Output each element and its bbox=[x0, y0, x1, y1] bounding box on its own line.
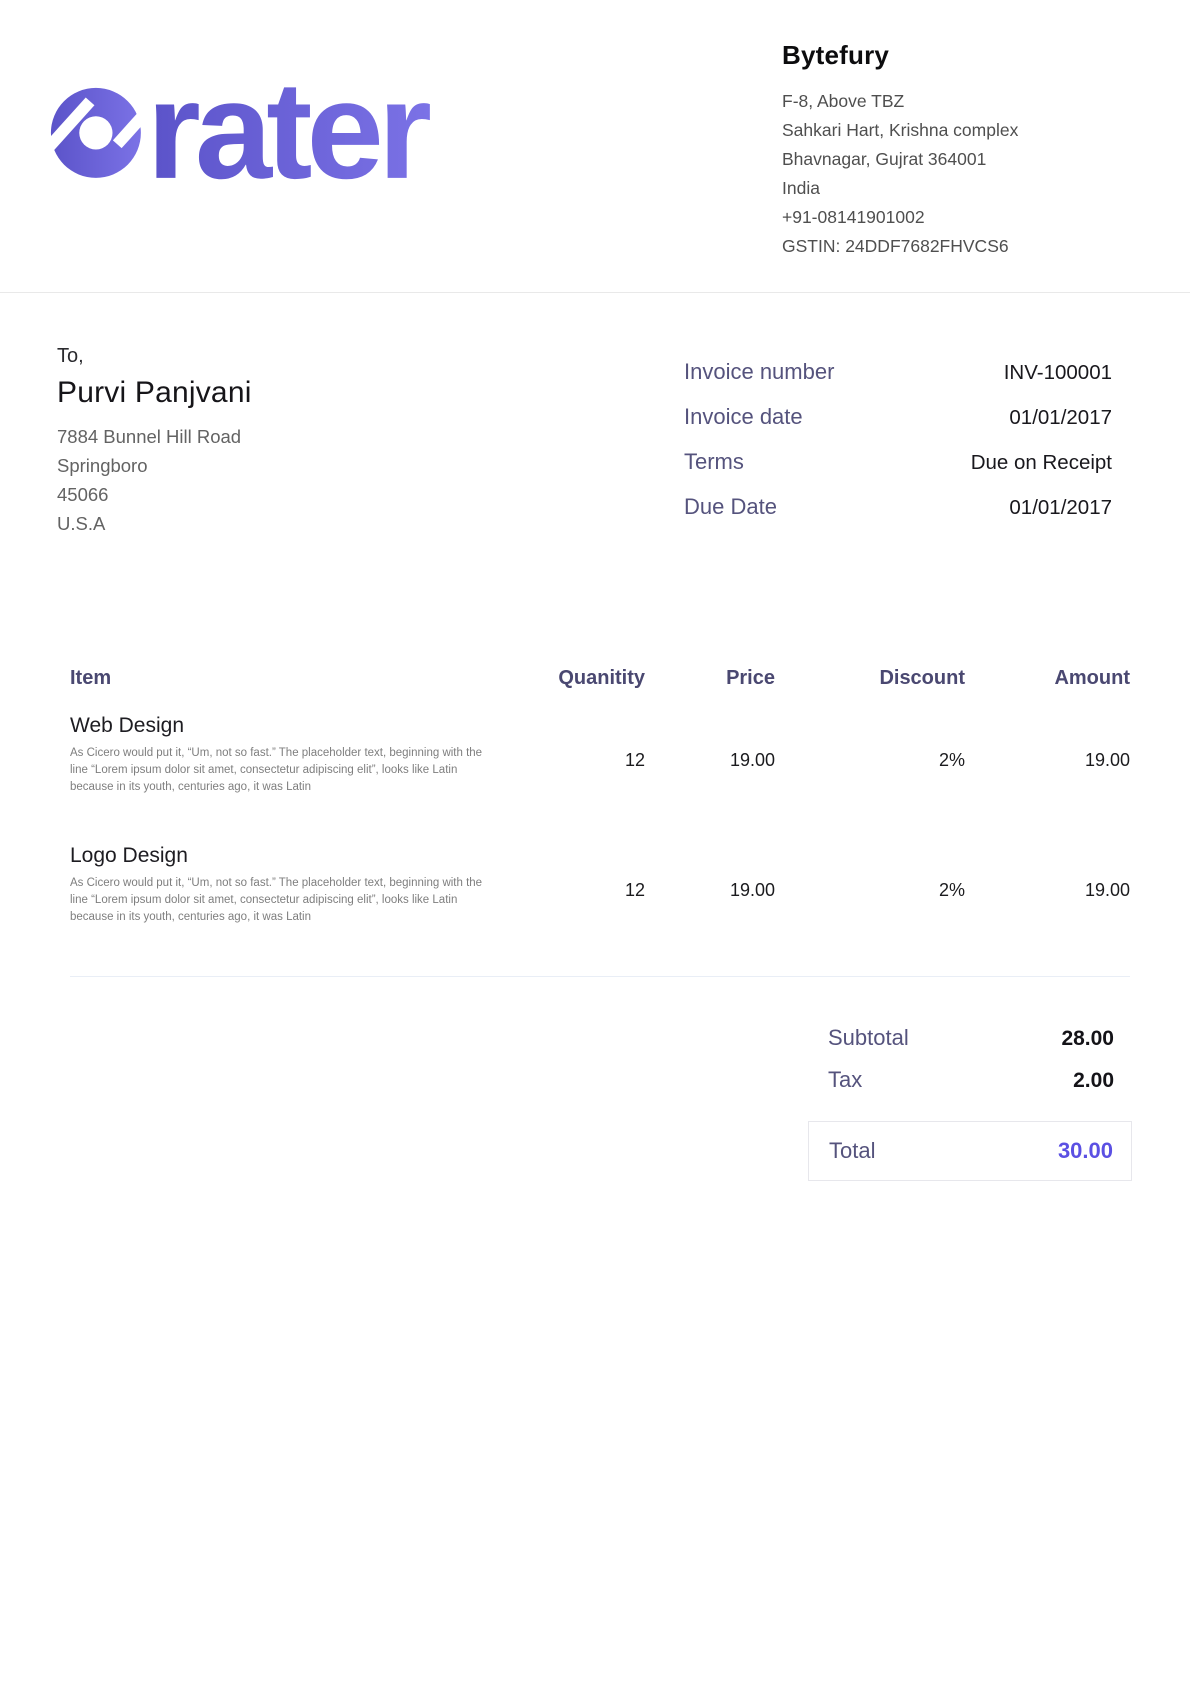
customer-name: Purvi Panjvani bbox=[57, 376, 252, 410]
column-header-item: Item bbox=[70, 667, 520, 714]
item-description: As Cicero would put it, “Um, not so fast… bbox=[70, 745, 498, 796]
crater-logo-icon: rater bbox=[47, 70, 487, 188]
due-date-value: 01/01/2017 bbox=[1009, 496, 1112, 520]
company-block: Bytefury F-8, Above TBZ Sahkari Hart, Kr… bbox=[782, 40, 1130, 261]
total-label: Total bbox=[829, 1138, 875, 1164]
company-gstin: GSTIN: 24DDF7682FHVCS6 bbox=[782, 232, 1130, 261]
subtotal-row: Subtotal 28.00 bbox=[808, 1025, 1132, 1051]
item-name: Web Design bbox=[70, 714, 520, 738]
bill-to-block: To, Purvi Panjvani 7884 Bunnel Hill Road… bbox=[57, 345, 252, 539]
invoice-date-label: Invoice date bbox=[684, 404, 803, 430]
customer-address: 7884 Bunnel Hill Road Springboro 45066 U… bbox=[57, 422, 252, 538]
tax-value: 2.00 bbox=[1073, 1069, 1114, 1093]
subtotal-value: 28.00 bbox=[1061, 1027, 1114, 1051]
tax-label: Tax bbox=[828, 1067, 862, 1093]
company-address-line: F-8, Above TBZ bbox=[782, 87, 1130, 116]
subtotal-label: Subtotal bbox=[828, 1025, 909, 1051]
item-discount: 2% bbox=[775, 714, 965, 844]
item-price: 19.00 bbox=[645, 844, 775, 974]
total-box: Total 30.00 bbox=[808, 1121, 1132, 1181]
due-date-label: Due Date bbox=[684, 494, 777, 520]
company-address-line: Bhavnagar, Gujrat 364001 bbox=[782, 145, 1130, 174]
item-name: Logo Design bbox=[70, 844, 520, 868]
item-amount: 19.00 bbox=[965, 714, 1130, 844]
company-address-line: Sahkari Hart, Krishna complex bbox=[782, 116, 1130, 145]
billing-section: To, Purvi Panjvani 7884 Bunnel Hill Road… bbox=[0, 293, 1190, 539]
column-header-price: Price bbox=[645, 667, 775, 714]
item-description: As Cicero would put it, “Um, not so fast… bbox=[70, 875, 498, 926]
tax-row: Tax 2.00 bbox=[808, 1067, 1132, 1093]
totals-section: Subtotal 28.00 Tax 2.00 Total 30.00 bbox=[808, 1025, 1132, 1181]
invoice-date-row: Invoice date 01/01/2017 bbox=[684, 404, 1112, 430]
terms-label: Terms bbox=[684, 449, 744, 475]
item-quantity: 12 bbox=[520, 844, 645, 974]
column-header-quantity: Quanitity bbox=[520, 667, 645, 714]
invoice-date-value: 01/01/2017 bbox=[1009, 406, 1112, 430]
customer-address-line: Springboro bbox=[57, 451, 252, 480]
bill-to-label: To, bbox=[57, 345, 252, 368]
item-cell: Web Design As Cicero would put it, “Um, … bbox=[70, 714, 520, 844]
item-price: 19.00 bbox=[645, 714, 775, 844]
invoice-header: rater Bytefury F-8, Above TBZ Sahkari Ha… bbox=[0, 0, 1190, 293]
company-address-line: India bbox=[782, 174, 1130, 203]
invoice-number-row: Invoice number INV-100001 bbox=[684, 359, 1112, 385]
customer-address-line: U.S.A bbox=[57, 509, 252, 538]
crater-wordmark-text: rater bbox=[147, 70, 430, 188]
items-table: Item Quanitity Price Discount Amount Web… bbox=[70, 667, 1130, 977]
customer-address-line: 7884 Bunnel Hill Road bbox=[57, 422, 252, 451]
invoice-meta-block: Invoice number INV-100001 Invoice date 0… bbox=[684, 359, 1112, 539]
company-name: Bytefury bbox=[782, 40, 1130, 71]
table-bottom-divider bbox=[70, 976, 1130, 977]
invoice-number-label: Invoice number bbox=[684, 359, 834, 385]
column-header-amount: Amount bbox=[965, 667, 1130, 714]
item-cell: Logo Design As Cicero would put it, “Um,… bbox=[70, 844, 520, 974]
company-address: F-8, Above TBZ Sahkari Hart, Krishna com… bbox=[782, 87, 1130, 261]
customer-address-line: 45066 bbox=[57, 480, 252, 509]
invoice-number-value: INV-100001 bbox=[1004, 361, 1112, 385]
terms-value: Due on Receipt bbox=[971, 451, 1112, 475]
company-phone: +91-08141901002 bbox=[782, 203, 1130, 232]
column-header-discount: Discount bbox=[775, 667, 965, 714]
item-amount: 19.00 bbox=[965, 844, 1130, 974]
due-date-row: Due Date 01/01/2017 bbox=[684, 494, 1112, 520]
item-discount: 2% bbox=[775, 844, 965, 974]
item-quantity: 12 bbox=[520, 714, 645, 844]
crater-logo: rater bbox=[47, 70, 487, 193]
terms-row: Terms Due on Receipt bbox=[684, 449, 1112, 475]
total-value: 30.00 bbox=[1058, 1138, 1113, 1164]
